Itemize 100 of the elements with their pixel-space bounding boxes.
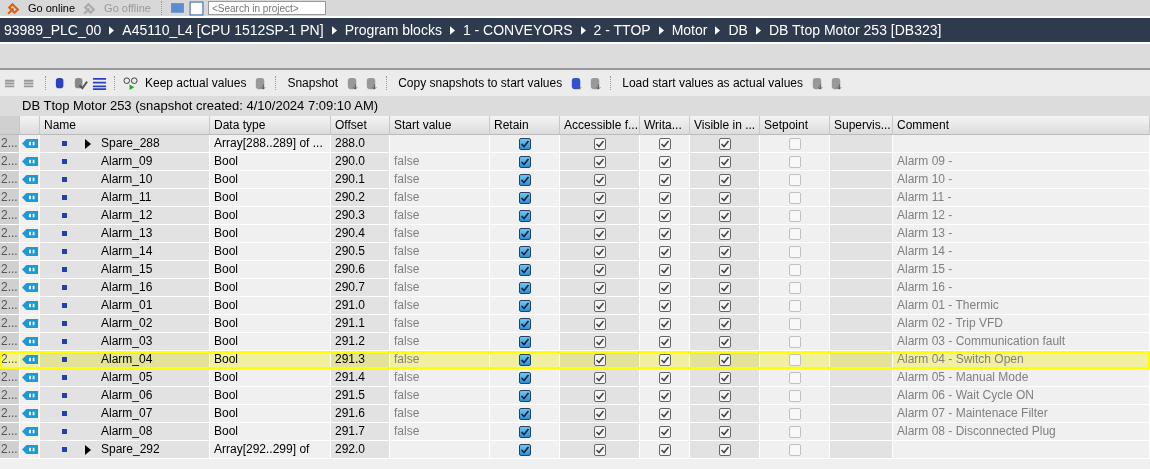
table-row[interactable]: 2... Alarm_16 Bool 290.7 false Alarm 16 - — [0, 279, 1150, 297]
checkbox[interactable] — [518, 281, 531, 294]
checkbox[interactable] — [718, 317, 731, 330]
checkbox[interactable] — [593, 263, 606, 276]
checkbox[interactable] — [658, 317, 671, 330]
checkbox[interactable] — [658, 407, 671, 420]
checkbox[interactable] — [658, 245, 671, 258]
checkbox[interactable] — [518, 389, 531, 402]
checkbox[interactable] — [658, 155, 671, 168]
checkbox[interactable] — [718, 335, 731, 348]
checkbox[interactable] — [718, 227, 731, 240]
checkbox[interactable] — [518, 317, 531, 330]
checkbox[interactable] — [658, 173, 671, 186]
column-header[interactable]: Offset — [331, 116, 390, 135]
checkbox[interactable] — [518, 299, 531, 312]
checkbox[interactable] — [718, 209, 731, 222]
table-row[interactable]: 2... Alarm_05 Bool 291.4 false Alarm 05 - Manual Mode — [0, 369, 1150, 387]
checkbox[interactable] — [518, 263, 531, 276]
checkbox[interactable] — [788, 389, 801, 402]
checkbox[interactable] — [718, 263, 731, 276]
expand-icon[interactable] — [85, 138, 91, 149]
checkbox[interactable] — [658, 209, 671, 222]
checkbox[interactable] — [718, 425, 731, 438]
table-row[interactable]: 2... Alarm_15 Bool 290.6 false Alarm 15 - — [0, 261, 1150, 279]
checkbox[interactable] — [593, 245, 606, 258]
checkbox[interactable] — [788, 137, 801, 150]
search-field[interactable]: <Search in project> — [208, 1, 326, 15]
checkbox[interactable] — [658, 137, 671, 150]
toolbar-button[interactable]: Keep actual values — [142, 76, 250, 90]
checkbox[interactable] — [658, 335, 671, 348]
column-header[interactable]: Setpoint — [760, 116, 830, 135]
checkbox[interactable] — [593, 209, 606, 222]
checkbox[interactable] — [718, 407, 731, 420]
checkbox[interactable] — [593, 317, 606, 330]
checkbox[interactable] — [718, 299, 731, 312]
column-header[interactable]: Comment — [893, 116, 1150, 135]
checkbox[interactable] — [658, 353, 671, 366]
table-row[interactable]: 2... Alarm_08 Bool 291.7 false Alarm 08 - Disconnected Plug — [0, 423, 1150, 441]
table-row[interactable]: 2... Alarm_12 Bool 290.3 false Alarm 12 - — [0, 207, 1150, 225]
checkbox[interactable] — [788, 443, 801, 456]
table-row[interactable]: 2... Alarm_01 Bool 291.0 false Alarm 01 - Thermic — [0, 297, 1150, 315]
checkbox[interactable] — [658, 227, 671, 240]
checkbox[interactable] — [658, 299, 671, 312]
checkbox[interactable] — [788, 245, 801, 258]
toolbar-button[interactable]: Snapshot — [284, 76, 342, 90]
checkbox[interactable] — [658, 425, 671, 438]
checkbox[interactable] — [788, 317, 801, 330]
table-row[interactable]: 2... Alarm_03 Bool 291.2 false Alarm 03 - Communication fault — [0, 333, 1150, 351]
checkbox[interactable] — [518, 209, 531, 222]
checkbox[interactable] — [788, 371, 801, 384]
checkbox[interactable] — [718, 281, 731, 294]
checkbox[interactable] — [788, 335, 801, 348]
checkbox[interactable] — [658, 191, 671, 204]
table-row[interactable]: 2... Alarm_11 Bool 290.2 false Alarm 11 - — [0, 189, 1150, 207]
checkbox[interactable] — [718, 155, 731, 168]
checkbox[interactable] — [518, 407, 531, 420]
checkbox[interactable] — [658, 371, 671, 384]
table-row[interactable]: 2... Spare_292 Array[292..299] of 292.0 — [0, 441, 1150, 459]
glasses-icon[interactable] — [123, 75, 138, 91]
checkbox[interactable] — [518, 137, 531, 150]
checkbox[interactable] — [788, 191, 801, 204]
column-header[interactable]: Visible in ... — [690, 116, 760, 135]
breadcrumb-item[interactable]: 2 - TTOP — [593, 22, 651, 38]
checkbox[interactable] — [593, 443, 606, 456]
checkbox[interactable] — [593, 227, 606, 240]
checkbox[interactable] — [593, 407, 606, 420]
table-row[interactable]: 2... Alarm_06 Bool 291.5 false Alarm 06 - Wait Cycle ON — [0, 387, 1150, 405]
checkbox[interactable] — [658, 281, 671, 294]
checkbox[interactable] — [718, 191, 731, 204]
checkbox[interactable] — [518, 155, 531, 168]
checkbox[interactable] — [718, 245, 731, 258]
toolbar-button[interactable]: Load start values as actual values — [619, 76, 806, 90]
checkbox[interactable] — [593, 299, 606, 312]
table-row[interactable]: 2... Alarm_07 Bool 291.6 false Alarm 07 - Maintenace Filter — [0, 405, 1150, 423]
column-header[interactable]: Start value — [390, 116, 490, 135]
checkbox[interactable] — [788, 263, 801, 276]
checkbox[interactable] — [593, 389, 606, 402]
checkbox[interactable] — [593, 191, 606, 204]
list-icon[interactable] — [92, 75, 107, 91]
checkbox[interactable] — [593, 353, 606, 366]
window-icon[interactable] — [189, 0, 204, 16]
checkbox[interactable] — [718, 371, 731, 384]
toolbar-button[interactable]: Go online — [25, 2, 79, 14]
checkbox[interactable] — [518, 371, 531, 384]
column-header[interactable]: Accessible f... — [560, 116, 640, 135]
checkbox[interactable] — [788, 155, 801, 168]
checkbox[interactable] — [593, 371, 606, 384]
column-header[interactable]: Supervis... — [830, 116, 893, 135]
checkbox[interactable] — [518, 335, 531, 348]
checkbox[interactable] — [518, 425, 531, 438]
table-row[interactable]: 2... Alarm_10 Bool 290.1 false Alarm 10 - — [0, 171, 1150, 189]
breadcrumb-item[interactable]: 93989_PLC_00 — [4, 22, 102, 38]
checkbox[interactable] — [593, 173, 606, 186]
column-header[interactable]: Writa... — [640, 116, 690, 135]
breadcrumb-item[interactable]: Motor — [671, 22, 708, 38]
checkbox[interactable] — [518, 245, 531, 258]
checkbox[interactable] — [718, 173, 731, 186]
checkbox[interactable] — [593, 137, 606, 150]
checkbox[interactable] — [593, 281, 606, 294]
expand-icon[interactable] — [85, 444, 91, 455]
